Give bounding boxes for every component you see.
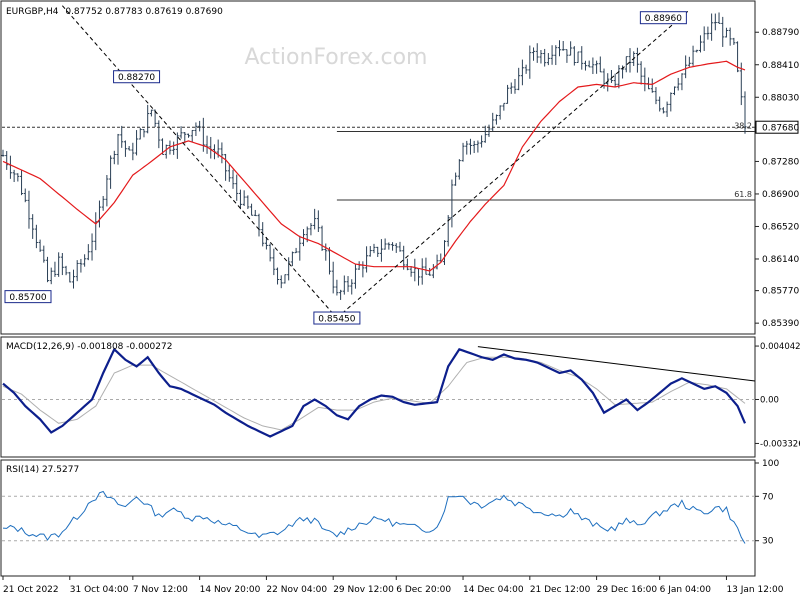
macd-label: MACD(12,26,9) -0.001808 -0.000272 bbox=[6, 342, 172, 352]
price-tick-label: 0.85770 bbox=[762, 287, 799, 297]
time-tick-label: 29 Dec 16:00 bbox=[597, 585, 658, 595]
time-tick-label: 6 Dec 20:00 bbox=[396, 585, 451, 595]
symbol-label: EURGBP,H4 bbox=[6, 7, 59, 17]
price-tick-label: 0.87280 bbox=[762, 157, 799, 167]
time-tick-label: 21 Dec 12:00 bbox=[530, 585, 591, 595]
time-tick-label: 29 Nov 12:00 bbox=[333, 585, 394, 595]
price-title: EURGBP,H4 0.87752 0.87783 0.87619 0.8769… bbox=[6, 7, 223, 17]
time-tick-label: 22 Nov 04:00 bbox=[266, 585, 327, 595]
ohlc-label: 0.87752 0.87783 0.87619 0.87690 bbox=[65, 7, 223, 17]
price-label-text: 0.88270 bbox=[118, 73, 155, 83]
time-tick-label: 13 Jan 12:00 bbox=[726, 585, 783, 595]
price-label-text: 0.88960 bbox=[645, 14, 682, 24]
rsi-tick-label: 30 bbox=[762, 537, 774, 547]
watermark: ActionForex.com bbox=[245, 45, 428, 70]
current-price-text: 0.87680 bbox=[762, 124, 799, 134]
rsi-tick-label: 100 bbox=[762, 459, 779, 469]
time-tick-label: 21 Oct 2022 bbox=[3, 585, 59, 595]
time-tick-label: 31 Oct 04:00 bbox=[70, 585, 129, 595]
price-axis-ticks: 0.887900.884100.880300.876600.872800.869… bbox=[755, 28, 799, 329]
macd-tick-label: 0.00 bbox=[760, 395, 779, 405]
price-tick-label: 0.86900 bbox=[762, 190, 799, 200]
price-tick-label: 0.88410 bbox=[762, 61, 799, 71]
price-tick-label: 0.88030 bbox=[762, 93, 799, 103]
price-label-text: 0.85700 bbox=[9, 293, 46, 303]
rsi-tick-label: 70 bbox=[762, 492, 774, 502]
chart-root: ActionForex.com 0.88790 0.88410 0.88030 0.8… bbox=[0, 0, 800, 600]
time-axis: 21 Oct 2022 31 Oct 04:00 7 Nov 12:00 14 Nov… bbox=[2, 576, 784, 595]
price-label-text: 0.85450 bbox=[318, 315, 355, 325]
price-tick-label: 0.85390 bbox=[762, 319, 799, 329]
price-tick-label: 0.88790 bbox=[762, 28, 799, 38]
time-tick-label: 14 Dec 04:00 bbox=[463, 585, 524, 595]
price-tick-label: 0.86140 bbox=[762, 255, 799, 265]
price-tick-label: 0.86520 bbox=[762, 222, 799, 232]
macd-tick-label: 0.004042 bbox=[760, 342, 800, 352]
time-tick-label: 6 Jan 04:00 bbox=[660, 585, 712, 595]
fib-level-label: 38.2 bbox=[734, 121, 752, 130]
rsi-panel-frame bbox=[0, 459, 756, 577]
macd-tick-label: -0.003326 bbox=[760, 439, 800, 449]
fib-level-label: 61.8 bbox=[734, 190, 752, 199]
time-tick-label: 7 Nov 12:00 bbox=[133, 585, 188, 595]
eurgbp-h4-chart: ActionForex.com 0.88790 0.88410 0.88030 0.8… bbox=[0, 0, 800, 595]
time-tick-label: 14 Nov 20:00 bbox=[200, 585, 261, 595]
rsi-label: RSI(14) 27.5277 bbox=[6, 465, 79, 475]
